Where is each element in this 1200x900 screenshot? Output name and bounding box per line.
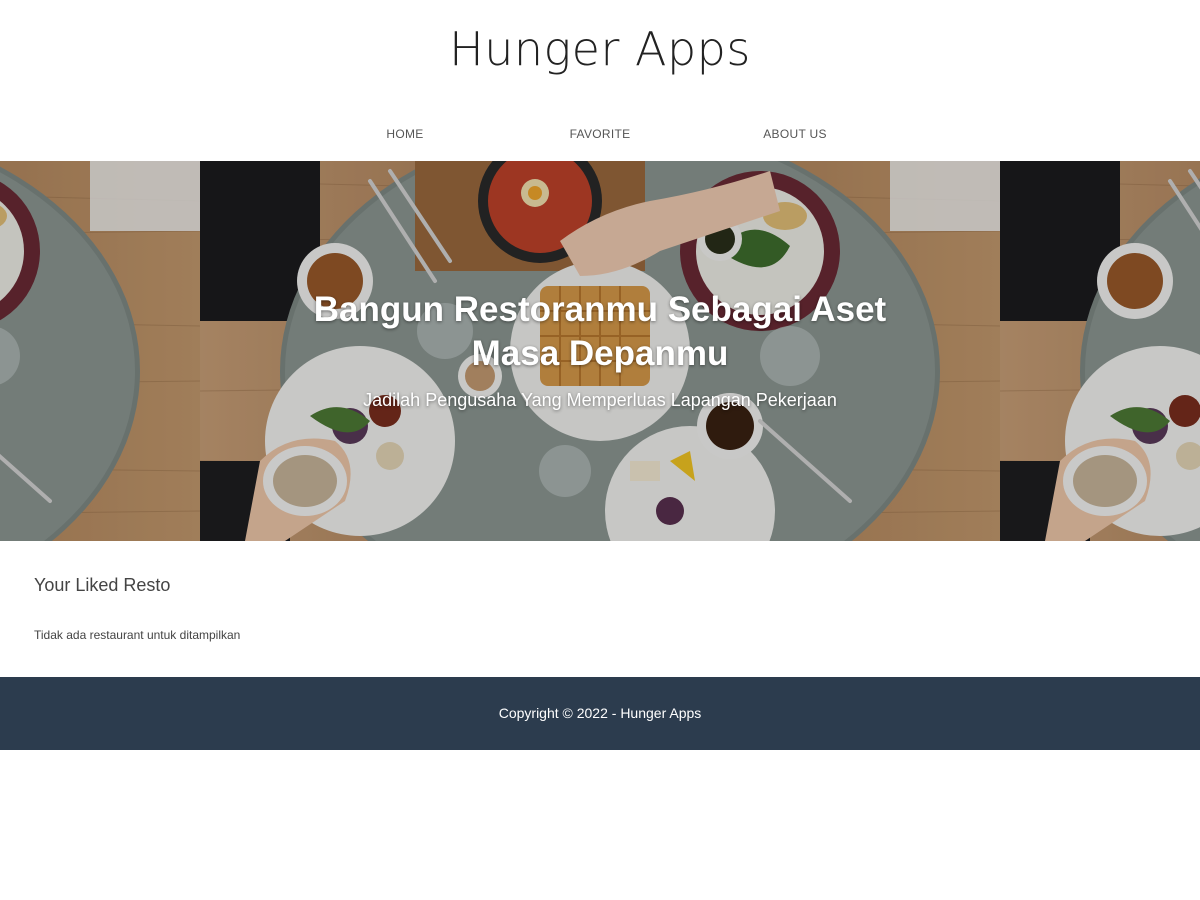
liked-resto-heading: Your Liked Resto <box>34 575 171 595</box>
hero-text: Bangun Restoranmu Sebagai Aset Masa Depa… <box>200 288 1000 411</box>
nav-item-favorite[interactable]: FAVORITE <box>530 118 670 150</box>
empty-state-message: Tidak ada restaurant untuk ditampilkan <box>34 628 241 642</box>
footer: Copyright © 2022 - Hunger Apps <box>0 677 1200 750</box>
nav-item-home[interactable]: HOME <box>335 118 475 150</box>
main-nav: HOME FAVORITE ABOUT US <box>0 118 1200 150</box>
app-header: Hunger Apps HOME FAVORITE ABOUT US <box>0 0 1200 161</box>
hero-banner: Bangun Restoranmu Sebagai Aset Masa Depa… <box>0 161 1200 541</box>
app-title: Hunger Apps <box>449 22 751 76</box>
footer-copyright: Copyright © 2022 - Hunger Apps <box>498 705 702 721</box>
hero-title: Bangun Restoranmu Sebagai Aset Masa Depa… <box>313 290 887 373</box>
nav-item-about-us[interactable]: ABOUT US <box>725 118 865 150</box>
main-content: Your Liked Resto Tidak ada restaurant un… <box>0 541 1200 677</box>
hero-subtitle: Jadilah Pengusaha Yang Memperluas Lapang… <box>363 390 837 410</box>
